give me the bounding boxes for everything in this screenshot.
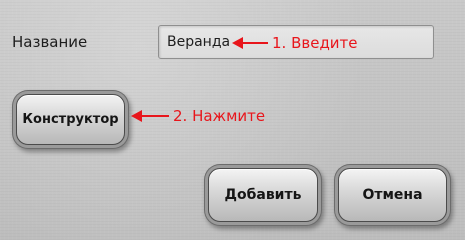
annotation-step-2: 2. Нажмите: [131, 107, 265, 125]
cancel-button-label: Отмена: [362, 187, 423, 203]
add-button-label: Добавить: [224, 187, 302, 203]
cancel-button[interactable]: Отмена: [338, 168, 447, 222]
constructor-button-label: Конструктор: [22, 112, 119, 127]
annotation-step-1: 1. Введите: [232, 34, 358, 52]
annotation-step-2-text: 2. Нажмите: [173, 107, 266, 125]
arrow-left-icon: [131, 110, 169, 122]
annotation-step-1-text: 1. Введите: [272, 34, 358, 52]
arrow-left-icon: [232, 37, 268, 49]
name-label: Название: [12, 33, 88, 51]
constructor-button[interactable]: Конструктор: [16, 94, 125, 145]
add-button[interactable]: Добавить: [208, 168, 318, 222]
